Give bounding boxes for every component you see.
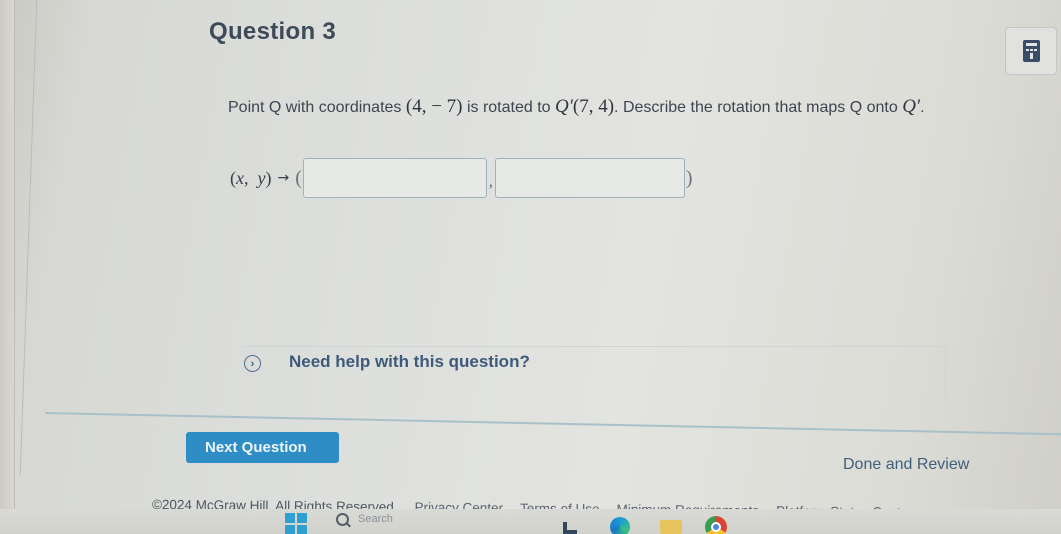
chrome-icon[interactable] (705, 516, 727, 534)
question-title: Question 3 (209, 18, 337, 45)
calculator-button[interactable] (1005, 27, 1057, 75)
open-paren: ( (295, 166, 302, 189)
next-question-button[interactable]: Next Question (186, 432, 339, 463)
prompt-text: Point Q with coordinates (228, 99, 406, 116)
file-explorer-icon[interactable] (563, 522, 577, 534)
prompt-text: . Describe the rotation that maps Q onto (614, 99, 903, 116)
question-prompt: Point Q with coordinates (4, − 7) is rot… (228, 93, 968, 121)
mapping-lhs: (x, y) (230, 167, 272, 188)
panel-edge (19, 0, 38, 475)
y-coordinate-input[interactable] (494, 158, 685, 198)
help-expander[interactable]: › Need help with this question? (244, 346, 946, 404)
point-q-coordinates: (4, − 7) (405, 96, 463, 117)
answer-mapping-row: (x, y) → ( , ) (230, 153, 693, 203)
start-icon[interactable] (285, 513, 307, 534)
x-coordinate-input[interactable] (302, 158, 487, 198)
calculator-icon (1022, 40, 1040, 62)
arrow-icon: → (277, 170, 290, 186)
prompt-text: is rotated to (462, 99, 555, 116)
help-label: Need help with this question? (289, 352, 530, 371)
folder-icon[interactable] (660, 520, 682, 534)
q-prime-label: Q′ (902, 96, 921, 117)
edge-icon[interactable] (610, 517, 630, 534)
search-icon[interactable] (336, 513, 349, 526)
comma: , (488, 173, 493, 190)
q-prime-coordinates: (7, 4) (572, 96, 615, 117)
close-paren: ) (685, 166, 693, 189)
taskbar-search-input[interactable]: Search (358, 513, 393, 525)
prompt-punctuation: . (920, 99, 925, 116)
chevron-right-circle-icon: › (244, 355, 261, 372)
q-prime-label: Q′ (555, 96, 573, 117)
screen-bezel (0, 0, 15, 534)
var-y: y (257, 167, 266, 188)
done-and-review-link[interactable]: Done and Review (843, 456, 969, 474)
taskbar (0, 509, 1061, 534)
var-x: x (236, 167, 244, 188)
